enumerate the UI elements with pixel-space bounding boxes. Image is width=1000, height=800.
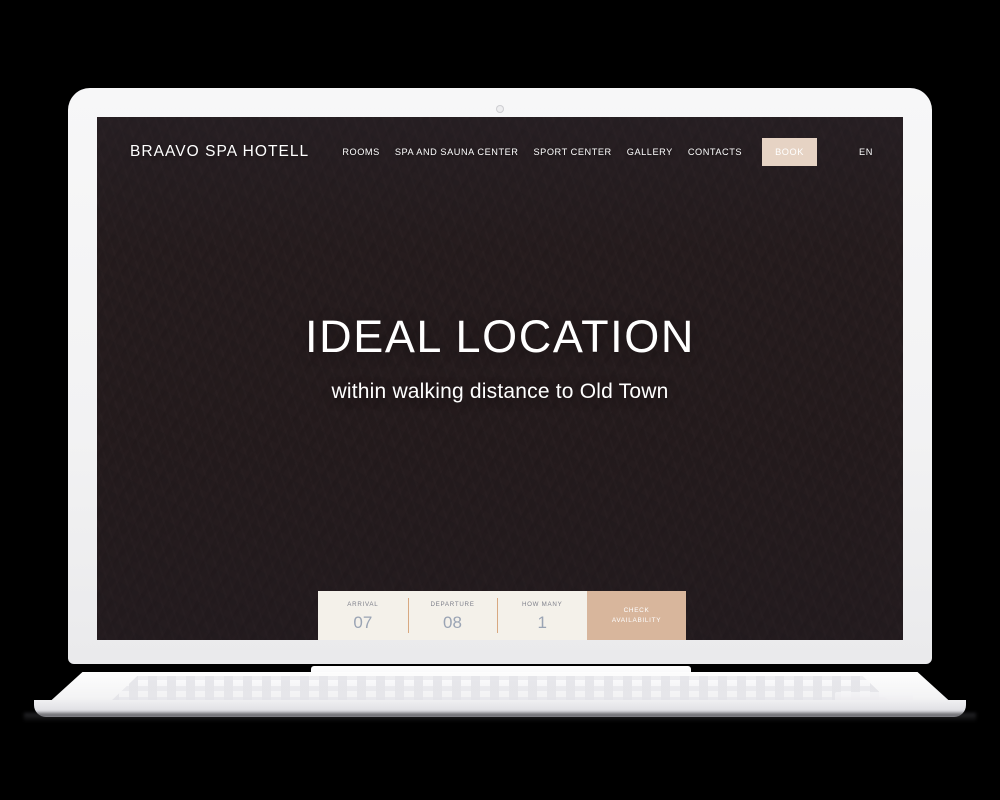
booking-label-arrival: ARRIVAL (347, 601, 379, 609)
booking-value-arrival[interactable]: 07 (353, 614, 372, 631)
booking-label-guests: HOW MANY (521, 601, 563, 609)
laptop-drop-shadow (24, 713, 976, 722)
brand-logo-text[interactable]: BRAAVO SPA HOTELL (130, 143, 309, 161)
nav-link-list: ROOMS SPA AND SAUNA CENTER SPORT CENTER … (342, 138, 873, 166)
booking-value-departure[interactable]: 08 (443, 614, 462, 631)
nav-item-contacts[interactable]: CONTACTS (688, 147, 742, 157)
book-button[interactable]: BOOK (762, 138, 818, 166)
hero-subtitle: within walking distance to Old Town (331, 379, 669, 403)
booking-field-guests[interactable]: HOW MANY 1 (497, 591, 587, 640)
hero-title: IDEAL LOCATION (305, 311, 695, 362)
check-availability-line1: CHECK (623, 607, 650, 614)
nav-item-spa-and-sauna-center[interactable]: SPA AND SAUNA CENTER (395, 147, 519, 157)
nav-item-rooms[interactable]: ROOMS (342, 147, 379, 157)
screenshot-canvas: BRAAVO SPA HOTELL ROOMS SPA AND SAUNA CE… (0, 0, 1000, 800)
booking-value-guests[interactable]: 1 (537, 614, 546, 631)
booking-label-departure: DEPARTURE (430, 601, 475, 609)
laptop-screen-viewport: BRAAVO SPA HOTELL ROOMS SPA AND SAUNA CE… (97, 117, 903, 640)
check-availability-button[interactable]: CHECK AVAILABILITY (587, 591, 687, 640)
booking-field-departure[interactable]: DEPARTURE 08 (407, 591, 498, 640)
hero-copy-block: IDEAL LOCATION within walking distance t… (97, 313, 903, 404)
nav-item-gallery[interactable]: GALLERY (627, 147, 673, 157)
laptop-keyboard (110, 676, 890, 702)
check-availability-line2: AVAILABILITY (611, 617, 662, 624)
booking-field-arrival[interactable]: ARRIVAL 07 (318, 591, 408, 640)
site-header-nav: BRAAVO SPA HOTELL ROOMS SPA AND SAUNA CE… (97, 134, 903, 170)
webcam-icon (496, 105, 504, 113)
booking-bar: ARRIVAL 07 DEPARTURE 08 HOW MANY 1 CHECK… (318, 591, 687, 640)
language-switcher[interactable]: EN (859, 147, 873, 157)
nav-item-sport-center[interactable]: SPORT CENTER (534, 147, 612, 157)
